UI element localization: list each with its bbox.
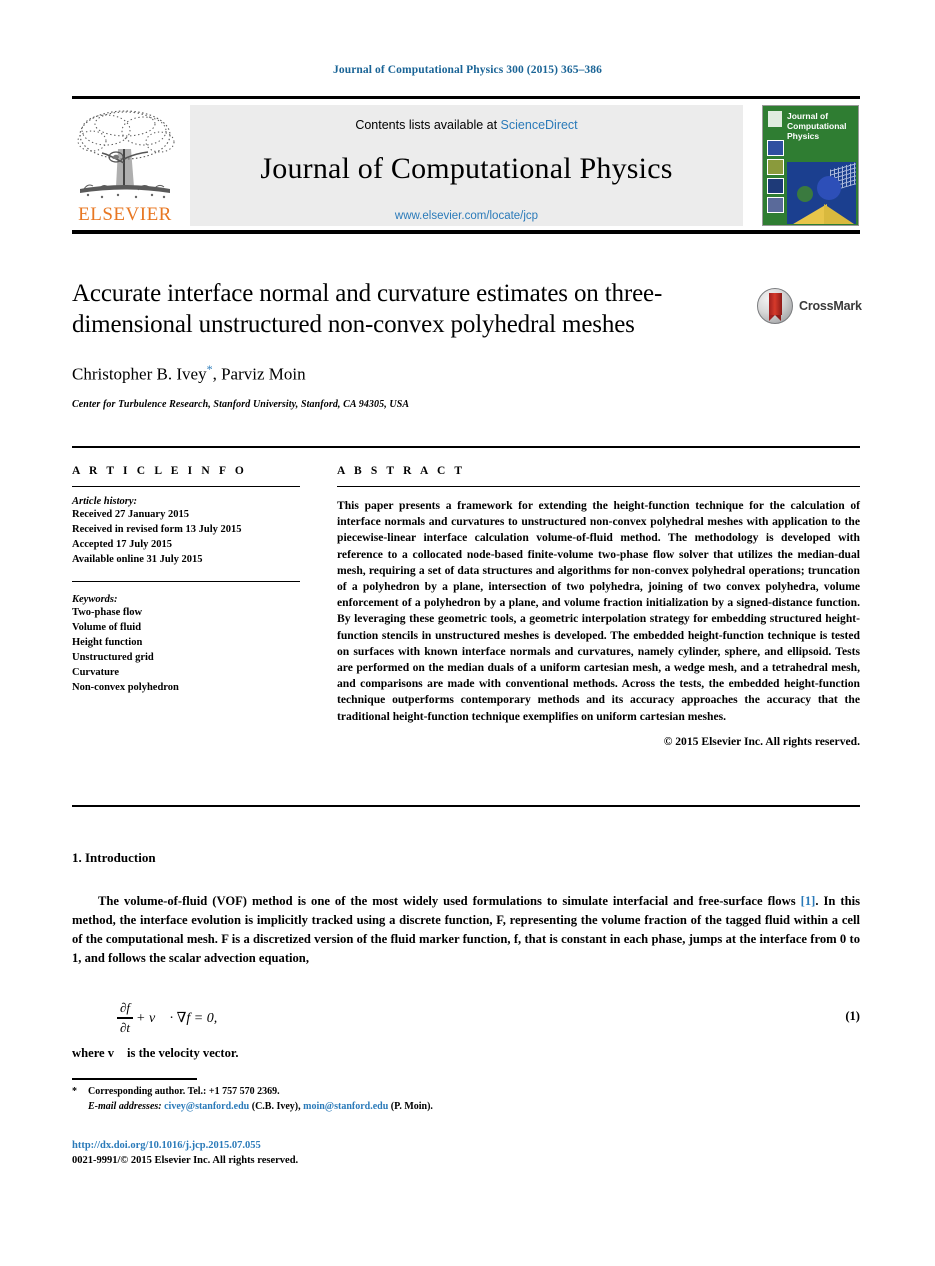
journal-title: Journal of Computational Physics [260,152,673,185]
equation-row-1: ∂f ∂t + v⃗ · ∇f = 0, (1) [72,996,860,1040]
section-heading-introduction: 1. Introduction [72,850,156,865]
cover-strip-3 [767,178,784,194]
keyword-item: Curvature [72,667,120,678]
equation-1: ∂f ∂t + v⃗ · ∇f = 0, [117,996,217,1040]
keyword-item: Height function [72,637,143,648]
equation-fraction-bar [117,1017,134,1019]
crossmark-circle-icon [757,288,793,324]
keyword-item: Non-convex polyhedron [72,682,179,693]
footer-block: http://dx.doi.org/10.1016/j.jcp.2015.07.… [72,1138,672,1168]
post-equation-text: where v⃗ is the velocity vector. [72,1046,239,1060]
equation-rest: + v⃗ · ∇f = 0, [136,1010,218,1026]
elsevier-tree-icon [72,105,178,201]
equation-numerator: ∂f [120,1000,131,1016]
cover-elsevier-mark-icon [768,111,782,127]
sciencedirect-link[interactable]: ScienceDirect [501,118,578,132]
journal-url-link[interactable]: www.elsevier.com/locate/jcp [190,210,743,222]
history-item: Received in revised form 13 July 2015 [72,524,242,535]
running-head: Journal of Computational Physics 300 (20… [333,64,602,76]
author-list: Christopher B. Ivey*, Parviz Moin [72,362,732,385]
cover-sphere-1 [817,176,841,200]
equation-fraction: ∂f ∂t [117,1000,134,1035]
footnote-corresponding: * Corresponding author. Tel.: +1 757 570 … [72,1084,672,1099]
footnote-rule [72,1078,197,1080]
affiliation: Center for Turbulence Research, Stanford… [72,398,410,410]
journal-masthead: ELSEVIER Contents lists available at Sci… [72,103,860,226]
cover-sphere-2 [797,186,813,202]
cover-strip-2 [767,159,784,175]
email-label: E-mail addresses: [88,1101,162,1112]
email-owner-2: (P. Moin). [390,1101,433,1112]
paper-page: Journal of Computational Physics 300 (20… [0,0,935,1266]
keyword-item: Two-phase flow [72,607,143,618]
abstract-body: This paper presents a framework for exte… [337,499,860,723]
email-link-2[interactable]: moin@stanford.edu [303,1101,388,1112]
article-history-label: Article history: [72,496,138,507]
elsevier-logo: ELSEVIER [72,105,178,226]
author-secondary: , Parviz Moin [212,364,306,384]
contents-available-line: Contents lists available at ScienceDirec… [190,118,743,132]
abstract-copyright: © 2015 Elsevier Inc. All rights reserved… [663,734,860,748]
abstract-column: A B S T R A C T This paper presents a fr… [337,465,860,748]
keyword-item: Unstructured grid [72,652,154,663]
issn-copyright-line: 0021-9991/© 2015 Elsevier Inc. All right… [72,1155,299,1166]
cover-artwork [787,162,856,224]
footnote-star-marker: * [72,1086,77,1097]
abstract-heading: A B S T R A C T [337,465,466,477]
keywords-label: Keywords: [72,594,118,605]
article-info-rule [72,486,300,487]
history-item: Available online 31 July 2015 [72,554,203,565]
journal-banner: Contents lists available at ScienceDirec… [190,105,743,226]
crossmark-label: CrossMark [799,299,862,313]
masthead-bottom-rule [72,230,860,234]
cover-title: Journal of Computational Physics [787,111,847,141]
info-section-bottom-rule [72,805,860,807]
author-primary: Christopher B. Ivey [72,364,207,384]
equation-denominator: ∂t [120,1019,131,1035]
masthead-top-rule [72,96,860,99]
keywords-block: Keywords: Two-phase flow Volume of fluid… [72,594,300,695]
intro-paragraph: The volume-of-fluid (VOF) method is one … [72,892,860,968]
contents-prefix: Contents lists available at [355,118,501,132]
footnote-emails: E-mail addresses: civey@stanford.edu (C.… [72,1099,672,1114]
cover-strip-1 [767,140,784,156]
citation-link-1[interactable]: [1] [801,894,816,908]
page-title: Accurate interface normal and curvature … [72,280,663,338]
keywords-rule [72,581,300,582]
history-item: Received 27 January 2015 [72,509,189,520]
elsevier-wordmark: ELSEVIER [78,204,172,225]
cover-strip-4 [767,197,784,213]
footnote-corresponding-text: Corresponding author. Tel.: +1 757 570 2… [88,1086,280,1097]
title-block: Accurate interface normal and curvature … [72,278,732,410]
crossmark-ribbon-icon [769,293,782,321]
cover-triangle-b [824,204,854,224]
doi-link[interactable]: http://dx.doi.org/10.1016/j.jcp.2015.07.… [72,1138,672,1153]
intro-text-part1: The volume-of-fluid (VOF) method is one … [98,894,801,908]
history-item: Accepted 17 July 2015 [72,539,173,550]
info-section-top-rule [72,446,860,448]
equation-number: (1) [845,1009,860,1023]
cover-triangle-a [787,204,827,224]
keyword-item: Volume of fluid [72,622,142,633]
crossmark-badge[interactable]: CrossMark [757,288,862,324]
abstract-rule [337,486,860,487]
article-info-column: A R T I C L E I N F O Article history: R… [72,465,300,695]
email-owner-1: (C.B. Ivey), [251,1101,301,1112]
journal-cover-thumbnail: Journal of Computational Physics [762,105,859,226]
article-info-heading: A R T I C L E I N F O [72,465,247,477]
introduction-section: 1. Introduction The volume-of-fluid (VOF… [72,850,860,1063]
footnote-block: * Corresponding author. Tel.: +1 757 570 … [72,1084,672,1114]
email-link-1[interactable]: civey@stanford.edu [164,1101,249,1112]
